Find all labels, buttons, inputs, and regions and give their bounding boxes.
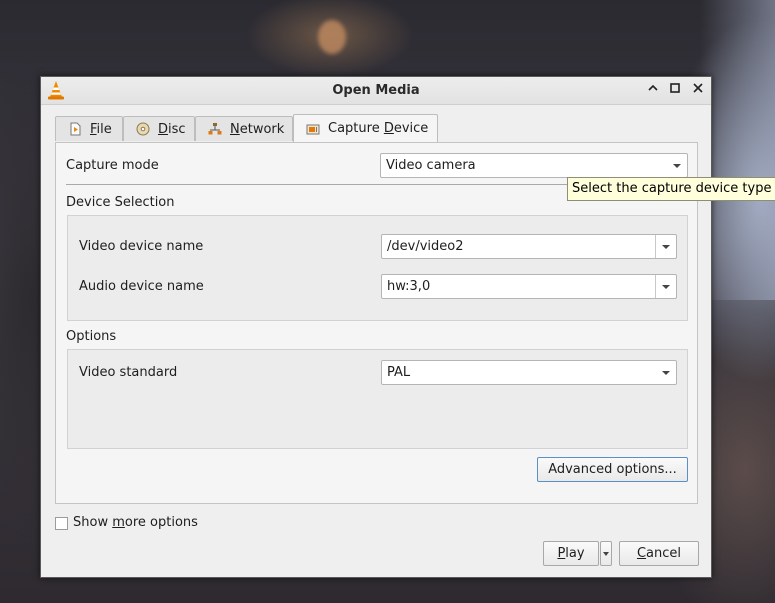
tab-disc[interactable]: Disc — [123, 116, 195, 141]
video-device-label: Video device name — [79, 239, 204, 254]
advanced-options-button[interactable]: Advanced options... — [537, 457, 688, 482]
capture-mode-value: Video camera — [386, 158, 476, 173]
video-device-combo[interactable]: /dev/video2 — [381, 234, 677, 259]
video-standard-select[interactable]: PAL — [381, 360, 677, 385]
capture-device-icon — [306, 124, 320, 134]
capture-mode-select[interactable]: Video camera — [380, 153, 688, 178]
open-media-dialog: Open Media File Disc Network Capture Dev… — [40, 76, 712, 578]
audio-device-label: Audio device name — [79, 279, 204, 294]
play-button[interactable]: Play — [543, 541, 599, 566]
video-standard-label: Video standard — [79, 365, 178, 380]
audio-device-value: hw:3,0 — [387, 279, 431, 294]
cancel-button[interactable]: Cancel — [619, 541, 699, 566]
play-dropdown-button[interactable] — [600, 541, 612, 566]
file-icon — [70, 122, 81, 136]
options-title: Options — [66, 329, 117, 344]
maximize-button[interactable] — [666, 81, 684, 99]
background-highlight — [318, 20, 346, 54]
chevron-up-icon — [648, 84, 658, 91]
device-selection-title: Device Selection — [66, 195, 175, 210]
chevron-down-icon — [667, 154, 687, 177]
tab-network-label: Network — [230, 121, 285, 137]
tab-file[interactable]: File — [55, 116, 123, 141]
tab-capture-device[interactable]: Capture Device — [293, 114, 438, 142]
capture-mode-tooltip: Select the capture device type — [567, 177, 775, 201]
window-title: Open Media — [332, 83, 420, 98]
tab-file-label: File — [90, 121, 112, 137]
show-more-options-label[interactable]: Show more options — [73, 515, 198, 530]
device-selection-group: Video device name /dev/video2 Audio devi… — [67, 215, 688, 321]
close-icon — [693, 83, 703, 93]
options-group: Video standard PAL — [67, 349, 688, 449]
show-more-options-checkbox[interactable] — [55, 517, 68, 530]
audio-device-combo[interactable]: hw:3,0 — [381, 274, 677, 299]
disc-icon — [136, 122, 150, 136]
chevron-down-icon — [601, 542, 611, 565]
maximize-icon — [670, 83, 680, 93]
close-button[interactable] — [689, 81, 707, 99]
network-icon — [208, 123, 222, 135]
chevron-down-icon[interactable] — [655, 275, 676, 298]
tab-capture-device-label: Capture Device — [328, 121, 429, 136]
title-bar[interactable]: Open Media — [41, 77, 711, 105]
chevron-down-icon — [656, 361, 676, 384]
capture-mode-label: Capture mode — [66, 158, 159, 173]
tab-disc-label: Disc — [158, 121, 186, 137]
video-standard-value: PAL — [387, 365, 411, 380]
tab-network[interactable]: Network — [195, 116, 293, 141]
video-device-value: /dev/video2 — [387, 239, 464, 254]
minimize-button[interactable] — [644, 81, 662, 99]
chevron-down-icon[interactable] — [655, 235, 676, 258]
